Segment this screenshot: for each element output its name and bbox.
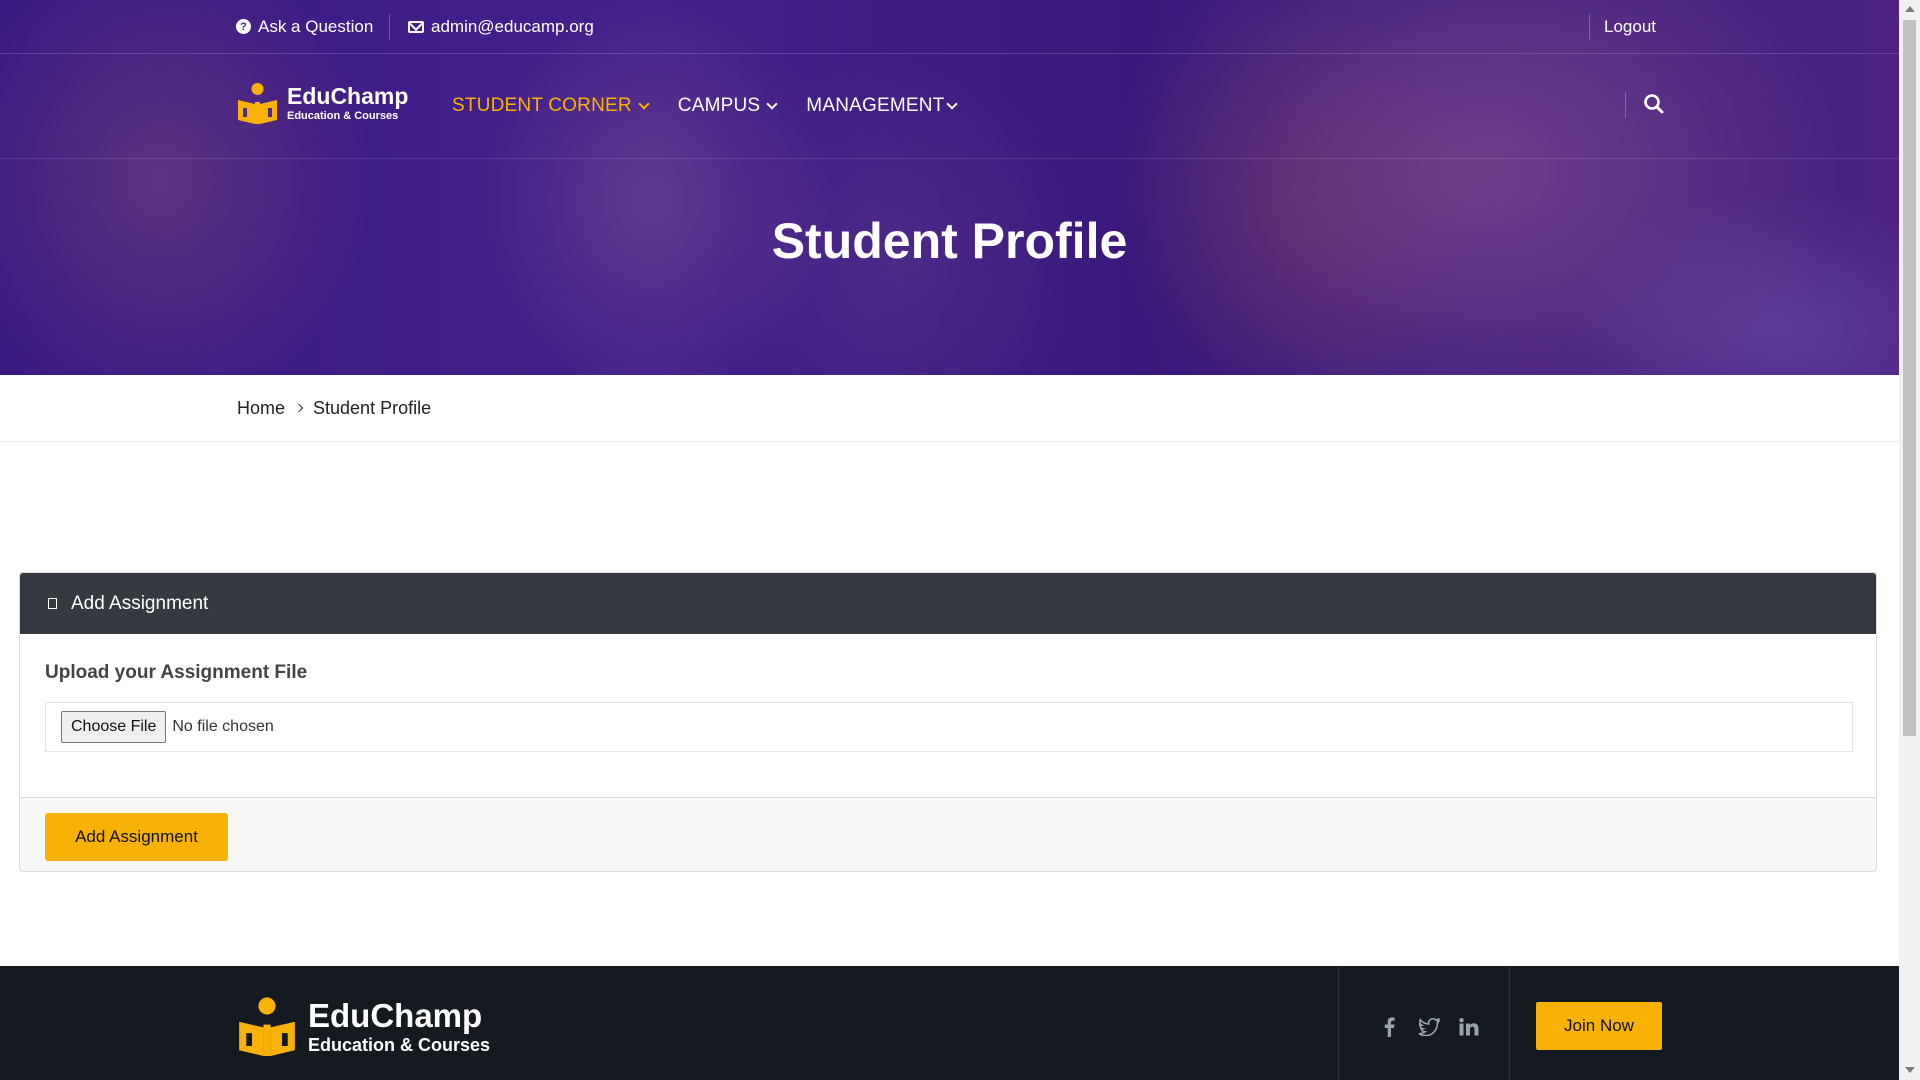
footer-logo[interactable]: EduChamp Education & Courses: [236, 996, 490, 1056]
question-circle-icon: ?: [236, 19, 251, 34]
page: ? Ask a Question admin@educamp.org Logou…: [0, 0, 1899, 1080]
nav-student-corner-label: STUDENT CORNER: [452, 95, 632, 116]
chevron-down-icon: [946, 98, 959, 110]
file-icon: [48, 598, 57, 609]
breadcrumb-trail: Home Student Profile: [237, 375, 431, 441]
topbar-divider: [1589, 14, 1590, 40]
facebook-icon[interactable]: [1378, 1016, 1400, 1038]
add-assignment-button[interactable]: Add Assignment: [45, 813, 228, 861]
nav-menu: STUDENT CORNER CAMPUS MANAGEMENT: [452, 54, 959, 158]
brand-logo[interactable]: EduChamp Education & Courses: [236, 82, 408, 124]
search-icon: [1644, 94, 1664, 114]
file-input-field[interactable]: Choose File No file chosen: [45, 702, 1853, 752]
upload-field-label: Upload your Assignment File: [45, 662, 308, 683]
footer-brand-name: EduChamp: [308, 996, 483, 1034]
ask-question-label: Ask a Question: [258, 16, 374, 36]
card-header: Add Assignment: [20, 573, 1876, 634]
social-links: [1378, 1016, 1480, 1038]
brand-tagline: Education & Courses: [287, 109, 399, 122]
site-footer: EduChamp Education & Courses Join Now: [0, 966, 1899, 1080]
main-nav: EduChamp Education & Courses STUDENT COR…: [0, 54, 1899, 159]
nav-management-label: MANAGEMENT: [806, 95, 945, 116]
hero-banner: ? Ask a Question admin@educamp.org Logou…: [0, 0, 1899, 375]
page-scrollbar[interactable]: [1899, 0, 1920, 1080]
scroll-thumb[interactable]: [1903, 20, 1916, 736]
nav-divider: [1625, 92, 1626, 118]
breadcrumb-current: Student Profile: [313, 397, 432, 418]
search-button[interactable]: [1642, 92, 1666, 116]
logout-link[interactable]: Logout: [1604, 0, 1656, 53]
scroll-down-arrow-icon[interactable]: [1905, 1067, 1915, 1073]
footer-divider: [1338, 966, 1339, 1080]
chevron-down-icon: [766, 98, 778, 110]
page-title: Student Profile: [771, 213, 1128, 269]
add-assignment-card: Add Assignment Upload your Assignment Fi…: [19, 572, 1877, 872]
reader-logo-icon: [239, 997, 295, 1056]
footer-brand-text: EduChamp Education & Courses: [308, 999, 490, 1054]
email-label: admin@educamp.org: [431, 16, 594, 36]
card-title: Add Assignment: [71, 592, 209, 614]
chevron-right-icon: [294, 403, 304, 413]
file-status-text: No file chosen: [172, 718, 274, 735]
chevron-down-icon: [638, 98, 650, 110]
email-link[interactable]: admin@educamp.org: [408, 0, 594, 53]
nav-management[interactable]: MANAGEMENT: [806, 95, 959, 117]
breadcrumb: Home Student Profile: [0, 375, 1899, 442]
reader-logo-icon: [238, 83, 277, 124]
nav-campus[interactable]: CAMPUS: [677, 95, 778, 117]
top-bar: ? Ask a Question admin@educamp.org Logou…: [0, 0, 1899, 54]
join-now-button[interactable]: Join Now: [1536, 1002, 1662, 1050]
nav-campus-label: CAMPUS: [677, 95, 761, 116]
brand-text: EduChamp Education & Courses: [287, 82, 409, 122]
envelope-icon: [408, 20, 424, 33]
card-footer: Add Assignment: [20, 797, 1876, 871]
choose-file-button[interactable]: Choose File: [61, 711, 167, 743]
topbar-divider: [389, 14, 390, 40]
brand-name: EduChamp: [287, 82, 409, 109]
scroll-up-arrow-icon[interactable]: [1905, 6, 1915, 12]
linkedin-icon[interactable]: [1458, 1016, 1480, 1038]
nav-student-corner[interactable]: STUDENT CORNER: [452, 95, 650, 117]
logout-label: Logout: [1604, 16, 1656, 36]
ask-question-link[interactable]: ? Ask a Question: [236, 0, 373, 53]
twitter-icon[interactable]: [1418, 1016, 1440, 1038]
breadcrumb-home[interactable]: Home: [237, 398, 285, 419]
footer-brand-tagline: Education & Courses: [308, 1034, 491, 1055]
card-body: Upload your Assignment File Choose File …: [20, 634, 1876, 770]
footer-divider: [1509, 966, 1510, 1080]
